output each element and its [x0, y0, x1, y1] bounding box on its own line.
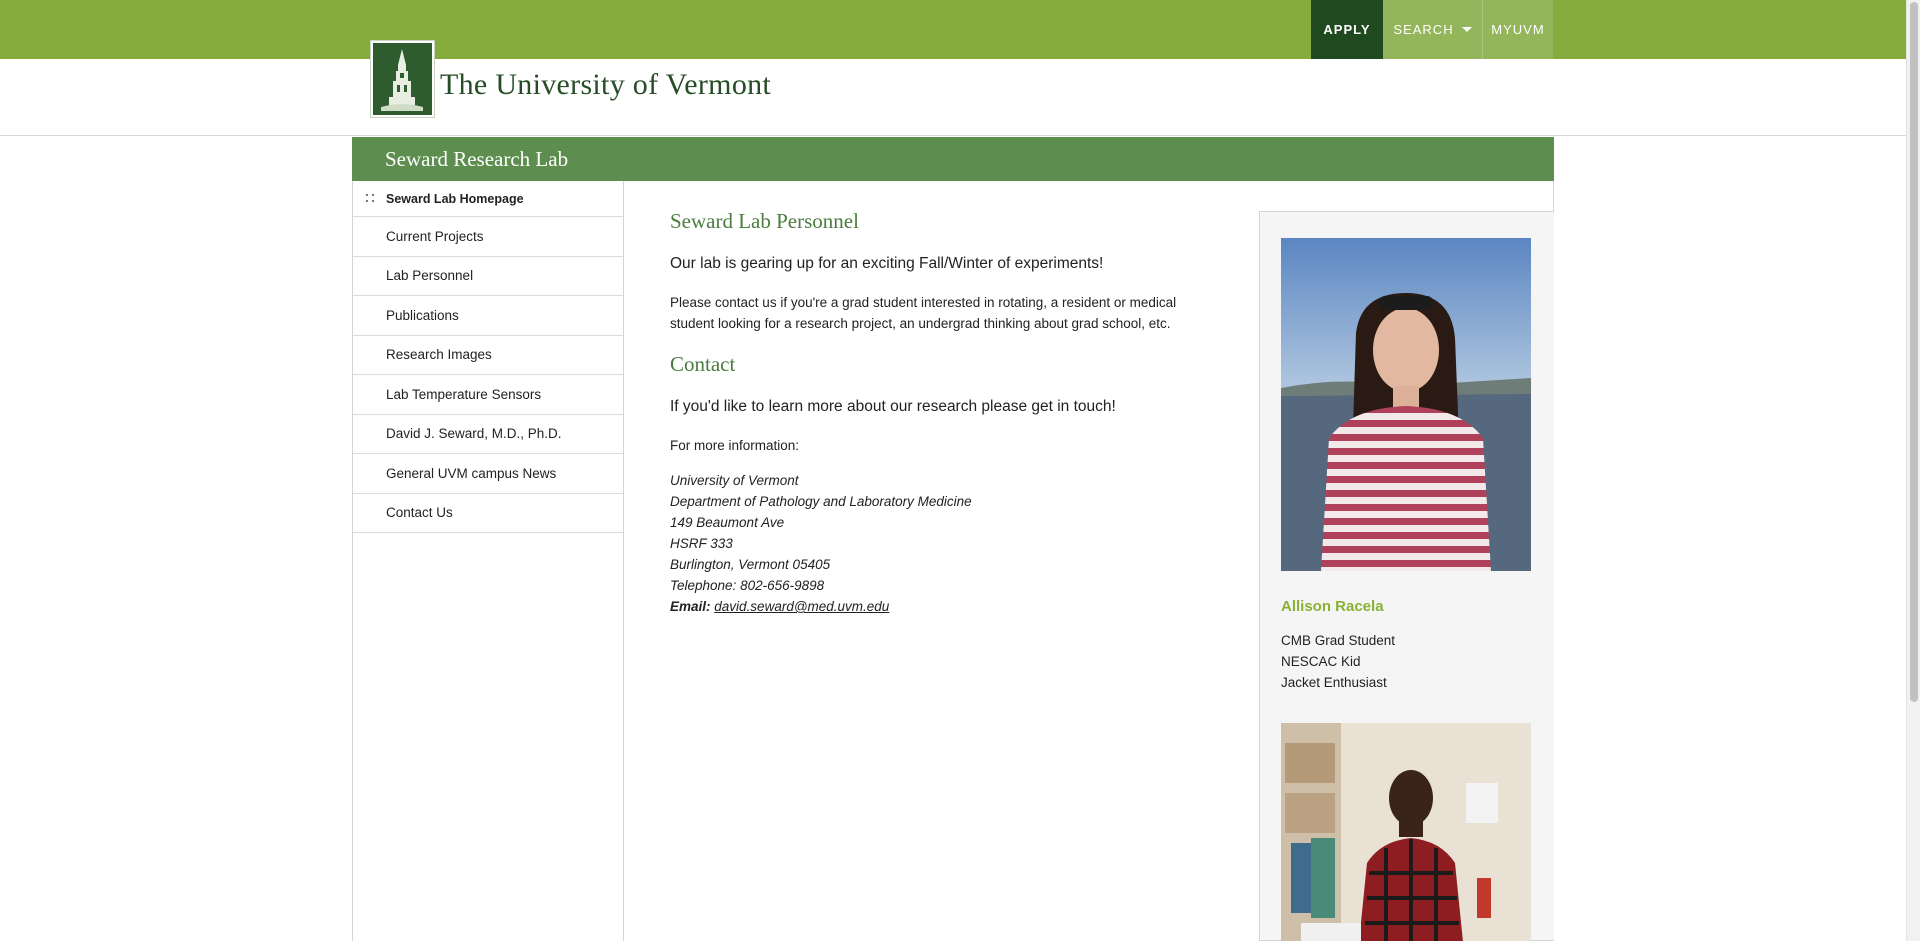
contact-text-line-1: Please contact us if you're a grad stude…	[670, 295, 1177, 310]
intro-text: Our lab is gearing up for an exciting Fa…	[670, 255, 1104, 272]
sidebar-item-david-seward[interactable]: David J. Seward, M.D., Ph.D.	[353, 415, 623, 454]
sidebar-item-contact-us[interactable]: Contact Us	[353, 494, 623, 533]
page-frame: Seward Lab Homepage Current Projects Lab…	[352, 181, 1554, 941]
search-button[interactable]: SEARCH	[1383, 0, 1483, 59]
person-detail: CMB Grad Student	[1281, 633, 1396, 648]
search-label: SEARCH	[1393, 22, 1454, 37]
address-line: Burlington, Vermont 05405	[670, 557, 831, 572]
address-block: University of Vermont Department of Path…	[670, 470, 972, 617]
sidebar-item-label: Lab Personnel	[386, 268, 474, 284]
site-title-bar: Seward Research Lab	[352, 137, 1554, 181]
sidebar-item-temperature-sensors[interactable]: Lab Temperature Sensors	[353, 375, 623, 415]
more-info-label: For more information:	[670, 438, 800, 453]
email-row: Email: david.seward@med.uvm.edu	[670, 596, 972, 617]
university-wordmark[interactable]: The University of Vermont	[440, 68, 771, 102]
sidebar-item-label: General UVM campus News	[386, 465, 557, 481]
sidebar-nav: Seward Lab Homepage Current Projects Lab…	[353, 181, 624, 941]
student-photo	[1281, 723, 1531, 941]
email-link[interactable]: david.seward@med.uvm.edu	[714, 599, 889, 614]
personnel-heading: Seward Lab Personnel	[670, 209, 859, 233]
drag-handle-icon	[366, 194, 376, 204]
sidebar-item-research-images[interactable]: Research Images	[353, 336, 623, 375]
person-detail: Jacket Enthusiast	[1281, 675, 1387, 690]
uvm-logo-icon[interactable]	[370, 40, 435, 118]
address-line: Department of Pathology and Laboratory M…	[670, 494, 972, 509]
sidebar-item-publications[interactable]: Publications	[353, 296, 623, 336]
personnel-sidebar: Allison Racela CMB Grad Student NESCAC K…	[1259, 211, 1554, 941]
site-title[interactable]: Seward Research Lab	[385, 147, 568, 172]
sidebar-item-current-projects[interactable]: Current Projects	[353, 217, 623, 257]
sidebar-item-label: David J. Seward, M.D., Ph.D.	[386, 426, 562, 442]
top-bar	[0, 0, 1906, 59]
get-in-touch-text: If you'd like to learn more about our re…	[670, 398, 1116, 415]
sidebar-item-label: Publications	[386, 307, 459, 323]
myuvm-link[interactable]: MYUVM	[1483, 0, 1553, 59]
telephone: Telephone: 802-656-9898	[670, 578, 825, 593]
sidebar-item-label: Seward Lab Homepage	[386, 191, 524, 206]
apply-button[interactable]: APPLY	[1311, 0, 1383, 59]
sidebar-item-label: Current Projects	[386, 228, 484, 244]
allison-photo	[1281, 238, 1531, 571]
sidebar-item-label: Contact Us	[386, 505, 453, 521]
scrollbar-thumb[interactable]	[1910, 2, 1918, 702]
person-detail: NESCAC Kid	[1281, 654, 1361, 669]
address-line: 149 Beaumont Ave	[670, 515, 785, 530]
top-nav: APPLY SEARCH MYUVM	[1311, 0, 1553, 59]
sidebar-item-homepage[interactable]: Seward Lab Homepage	[353, 181, 623, 217]
person-name: Allison Racela	[1281, 598, 1384, 615]
sidebar-item-lab-personnel[interactable]: Lab Personnel	[353, 257, 623, 296]
sidebar-item-label: Research Images	[386, 347, 492, 363]
site-header	[0, 59, 1906, 136]
contact-text-line-2: student looking for a research project, …	[670, 316, 1171, 331]
email-label: Email:	[670, 599, 711, 614]
contact-heading: Contact	[670, 352, 736, 376]
sidebar-item-label: Lab Temperature Sensors	[386, 386, 542, 402]
chevron-down-icon	[1461, 27, 1472, 32]
address-line: HSRF 333	[670, 536, 733, 551]
address-line: University of Vermont	[670, 473, 799, 488]
sidebar-item-campus-news[interactable]: General UVM campus News	[353, 454, 623, 494]
vertical-scrollbar[interactable]	[1906, 0, 1920, 941]
